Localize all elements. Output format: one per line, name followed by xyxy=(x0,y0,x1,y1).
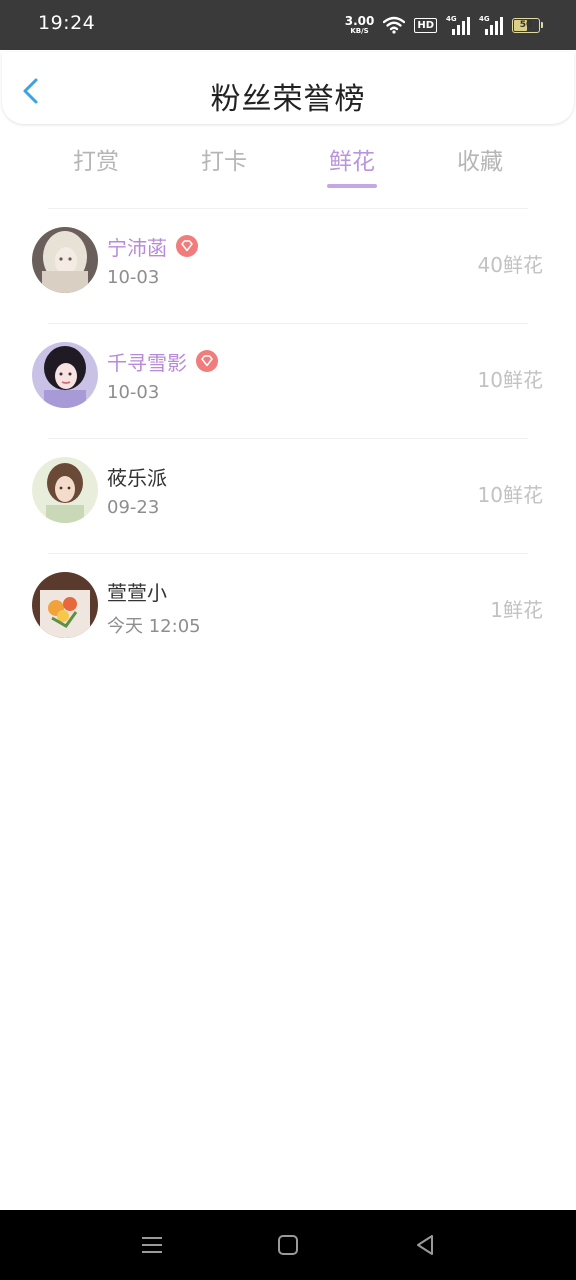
name-line: 萱萱小 xyxy=(107,577,167,606)
wifi-icon xyxy=(383,16,406,34)
fan-name[interactable]: 萱萱小 xyxy=(107,577,167,606)
name-line: 千寻雪影 xyxy=(107,347,219,376)
active-tab-indicator xyxy=(327,184,377,188)
date: 10-03 xyxy=(107,382,160,403)
fan-name[interactable]: 宁沛菡 xyxy=(107,232,167,261)
tab-bar: 打赏 打卡 鲜花 收藏 xyxy=(0,130,576,192)
fan-list: 宁沛菡 10-03 40鲜花 千寻雪影 10-03 10鲜花 莜乐派 09-23… xyxy=(0,208,576,668)
diamond-icon xyxy=(196,350,218,372)
date: 10-03 xyxy=(107,267,160,288)
back-icon xyxy=(417,1235,433,1255)
tab-label: 打卡 xyxy=(201,149,247,175)
header: 粉丝荣誉榜 xyxy=(2,52,574,124)
network-speed-unit: KB/S xyxy=(350,27,369,35)
fan-name[interactable]: 千寻雪影 xyxy=(107,347,187,376)
status-icons: 3.00 KB/S HD 4G 4G 50 xyxy=(345,12,543,38)
flower-count: 40鲜花 xyxy=(477,253,543,277)
date: 今天 12:05 xyxy=(107,616,201,637)
hd-voice-badge: HD xyxy=(414,17,437,33)
menu-button[interactable] xyxy=(138,1231,166,1259)
list-item[interactable]: 宁沛菡 10-03 40鲜花 xyxy=(0,209,576,323)
tab-label: 收藏 xyxy=(457,149,503,175)
page-title: 粉丝荣誉榜 xyxy=(210,82,366,117)
back-nav-button[interactable] xyxy=(411,1231,439,1259)
name-line: 宁沛菡 xyxy=(107,232,199,261)
signal-icon: 4G xyxy=(446,15,470,35)
tab-favorites[interactable]: 收藏 xyxy=(430,142,530,176)
diamond-icon xyxy=(176,235,198,257)
network-speed: 3.00 KB/S xyxy=(345,15,375,35)
status-time: 19:24 xyxy=(38,12,96,34)
home-icon xyxy=(278,1235,298,1255)
name-line: 莜乐派 xyxy=(107,462,167,491)
tab-label: 打赏 xyxy=(73,149,119,175)
date: 09-23 xyxy=(107,497,160,518)
flower-count: 10鲜花 xyxy=(477,368,543,392)
status-bar: 19:24 3.00 KB/S HD 4G 4G 50 xyxy=(0,0,576,50)
battery-level: 50 xyxy=(519,19,533,30)
tab-checkin[interactable]: 打卡 xyxy=(174,142,274,176)
list-item[interactable]: 千寻雪影 10-03 10鲜花 xyxy=(0,324,576,438)
signal-type-label: 4G xyxy=(446,15,457,23)
battery-icon: 50 xyxy=(512,17,543,33)
tab-flowers[interactable]: 鲜花 xyxy=(302,142,402,188)
flower-count: 10鲜花 xyxy=(477,483,543,507)
avatar[interactable] xyxy=(32,227,98,293)
home-button[interactable] xyxy=(274,1231,302,1259)
fan-name[interactable]: 莜乐派 xyxy=(107,462,167,491)
list-item[interactable]: 莜乐派 09-23 10鲜花 xyxy=(0,439,576,553)
tab-reward[interactable]: 打赏 xyxy=(46,142,146,176)
tab-label: 鲜花 xyxy=(329,149,375,175)
list-item[interactable]: 萱萱小 今天 12:05 1鲜花 xyxy=(0,554,576,668)
signal-icon: 4G xyxy=(479,15,503,35)
avatar[interactable] xyxy=(32,572,98,638)
signal-type-label: 4G xyxy=(479,15,490,23)
system-nav-bar xyxy=(0,1210,576,1280)
menu-icon xyxy=(142,1237,162,1253)
avatar[interactable] xyxy=(32,457,98,523)
network-speed-value: 3.00 xyxy=(344,14,375,28)
flower-count: 1鲜花 xyxy=(490,598,543,622)
avatar[interactable] xyxy=(32,342,98,408)
